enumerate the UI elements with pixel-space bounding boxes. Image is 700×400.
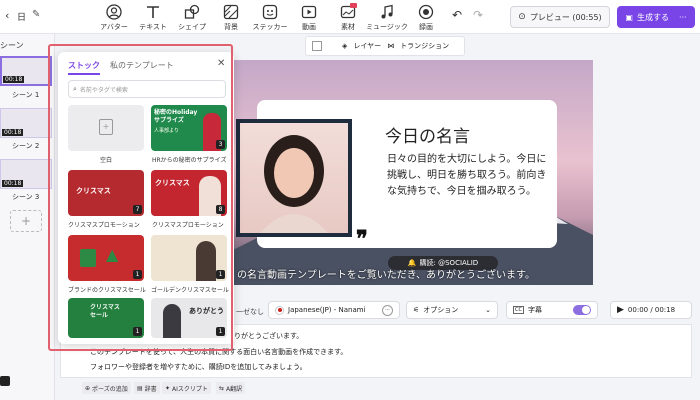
generate-icon: ▣ xyxy=(625,12,633,22)
canvas-toolbar: ◈ レイヤー ⋈ トランジション xyxy=(305,36,465,56)
tool-background-label: 背景 xyxy=(224,23,238,31)
record-icon xyxy=(418,4,434,20)
tool-record-label: 録画 xyxy=(419,23,433,31)
layer-icon: ◈ xyxy=(342,42,348,50)
play-icon[interactable]: ▶ xyxy=(617,305,624,315)
generate-button[interactable]: ▣ 生成する ··· xyxy=(617,6,695,28)
scene-panel: シーン 00:18 シーン 1 00:18 シーン 2 00:18 シーン 3 … xyxy=(0,34,55,400)
scene-thumb-2[interactable]: 00:18 xyxy=(0,108,52,138)
music-icon xyxy=(381,4,393,19)
tool-sticker[interactable]: ステッカー xyxy=(248,3,292,32)
tool-music[interactable]: ミュージック xyxy=(365,3,409,32)
quote-body[interactable]: 日々の目的を大切にしよう。今日に挑戦し、明日を勝ち取ろう。前向きな気持ちで、今日… xyxy=(387,152,547,200)
tool-record[interactable]: 録画 xyxy=(404,3,448,32)
avatar-icon xyxy=(106,4,122,20)
background-icon xyxy=(223,4,239,20)
scene-3-time: 00:18 xyxy=(2,180,24,187)
voice-label: Japanese(JP) - Nanami xyxy=(288,306,366,314)
highlight-frame xyxy=(48,44,233,351)
tool-shape[interactable]: シェイプ xyxy=(170,3,214,32)
sliders-icon: ⚟ xyxy=(413,306,420,314)
option-select[interactable]: ⚟ オプション ⌄ xyxy=(406,301,498,319)
checkbox-icon[interactable] xyxy=(312,41,322,51)
tool-text-label: テキスト xyxy=(139,23,167,31)
scene-3-label: シーン 3 xyxy=(12,193,40,201)
translate-icon: ⇆ xyxy=(219,384,225,392)
playback-control[interactable]: ▶ 00:00 / 00:18 xyxy=(610,301,692,319)
transition-icon: ⋈ xyxy=(387,42,395,50)
material-icon xyxy=(340,3,357,19)
scene-thumb-1[interactable]: 00:18 xyxy=(0,56,52,86)
playback-time: 00:00 / 00:18 xyxy=(627,306,676,314)
book-icon: ▤ xyxy=(137,384,143,392)
redo-icon[interactable]: ↷ xyxy=(473,8,483,22)
caption-icon: CC xyxy=(513,306,524,314)
toggle-switch[interactable] xyxy=(573,305,591,315)
tool-video[interactable]: 動画 xyxy=(287,3,331,32)
preview-button[interactable]: ⊙ プレビュー (00:55) xyxy=(510,6,610,28)
tool-sticker-label: ステッカー xyxy=(252,23,288,31)
tool-avatar-label: アバター xyxy=(100,23,128,31)
layer-button[interactable]: レイヤー xyxy=(353,41,381,51)
scene-1-time: 00:18 xyxy=(3,76,25,83)
preview-label: プレビュー (00:55) xyxy=(529,12,602,22)
transition-button[interactable]: トランジション xyxy=(400,41,449,51)
shape-icon xyxy=(184,4,200,19)
translate-chip[interactable]: ⇆ A翻訳 xyxy=(216,382,246,394)
option-label: オプション xyxy=(423,306,459,314)
undo-icon[interactable]: ↶ xyxy=(452,8,462,22)
caption-label: 字幕 xyxy=(527,306,542,314)
tool-music-label: ミュージック xyxy=(366,23,408,31)
ai-script-label: AIスクリプト xyxy=(172,385,208,393)
jp-flag-icon xyxy=(275,305,284,315)
avatar-person-image xyxy=(260,135,328,233)
translate-label: A翻訳 xyxy=(226,385,243,393)
scene-thumb-3[interactable]: 00:18 xyxy=(0,159,52,189)
top-toolbar: ‹ 日 ✎ アバター テキスト シェイプ 背景 ステッカー 動画 素材 ミュージ… xyxy=(0,0,700,34)
text-icon xyxy=(147,6,159,18)
quote-title[interactable]: 今日の名言 xyxy=(385,122,470,147)
back-icon[interactable]: ‹ xyxy=(5,9,9,22)
scene-1-label: シーン 1 xyxy=(12,91,40,99)
video-icon xyxy=(301,5,317,19)
ai-icon: ✦ xyxy=(165,384,171,392)
scene-header: シーン xyxy=(0,41,24,50)
ai-script-chip[interactable]: ✦ AIスクリプト xyxy=(162,382,211,394)
pause-label[interactable]: 一ゼなし xyxy=(236,307,264,317)
tool-shape-label: シェイプ xyxy=(178,23,206,31)
tool-material-label: 素材 xyxy=(341,23,355,31)
tool-material[interactable]: 素材 xyxy=(326,3,370,32)
avatar-photo[interactable] xyxy=(236,119,352,237)
sticker-icon xyxy=(262,4,278,20)
voice-select[interactable]: Japanese(JP) - Nanami ··· xyxy=(268,301,400,319)
caption-toggle[interactable]: CC 字幕 xyxy=(506,301,598,319)
tool-avatar[interactable]: アバター xyxy=(92,3,136,32)
generate-label: 生成する xyxy=(636,12,669,22)
voice-more-icon[interactable]: ··· xyxy=(382,304,393,316)
add-pause-chip[interactable]: ⊕ ポーズの追加 xyxy=(82,382,131,394)
date-label: 日 xyxy=(17,13,27,23)
preview-play-icon: ⊙ xyxy=(518,12,526,22)
scene-2-label: シーン 2 xyxy=(12,142,40,150)
chevron-down-icon: ⌄ xyxy=(485,306,491,314)
stage-subtitle[interactable]: の名言動画テンプレートをご覧いただき、ありがとうございます。 xyxy=(237,266,593,281)
script-line-3[interactable]: フォロワーや登録者を増やすために、購読IDを追加してみましょう。 xyxy=(90,362,307,372)
scene-2-time: 00:18 xyxy=(2,129,24,136)
tool-background[interactable]: 背景 xyxy=(209,3,253,32)
edit-icon[interactable]: ✎ xyxy=(32,9,40,20)
add-pause-label: ポーズの追加 xyxy=(92,385,128,393)
tool-video-label: 動画 xyxy=(302,23,316,31)
tool-text[interactable]: テキスト xyxy=(131,3,175,32)
add-scene-button[interactable]: + xyxy=(10,210,42,232)
chat-icon[interactable] xyxy=(0,376,10,386)
dictionary-chip[interactable]: ▤ 辞書 xyxy=(134,382,160,394)
more-options[interactable]: ··· xyxy=(679,13,687,22)
script-line-1[interactable]: りがとうございます。 xyxy=(234,331,303,341)
dictionary-label: 辞書 xyxy=(144,385,157,393)
quote-mark-icon: ❞ xyxy=(356,226,368,252)
pause-icon: ⊕ xyxy=(85,384,91,392)
